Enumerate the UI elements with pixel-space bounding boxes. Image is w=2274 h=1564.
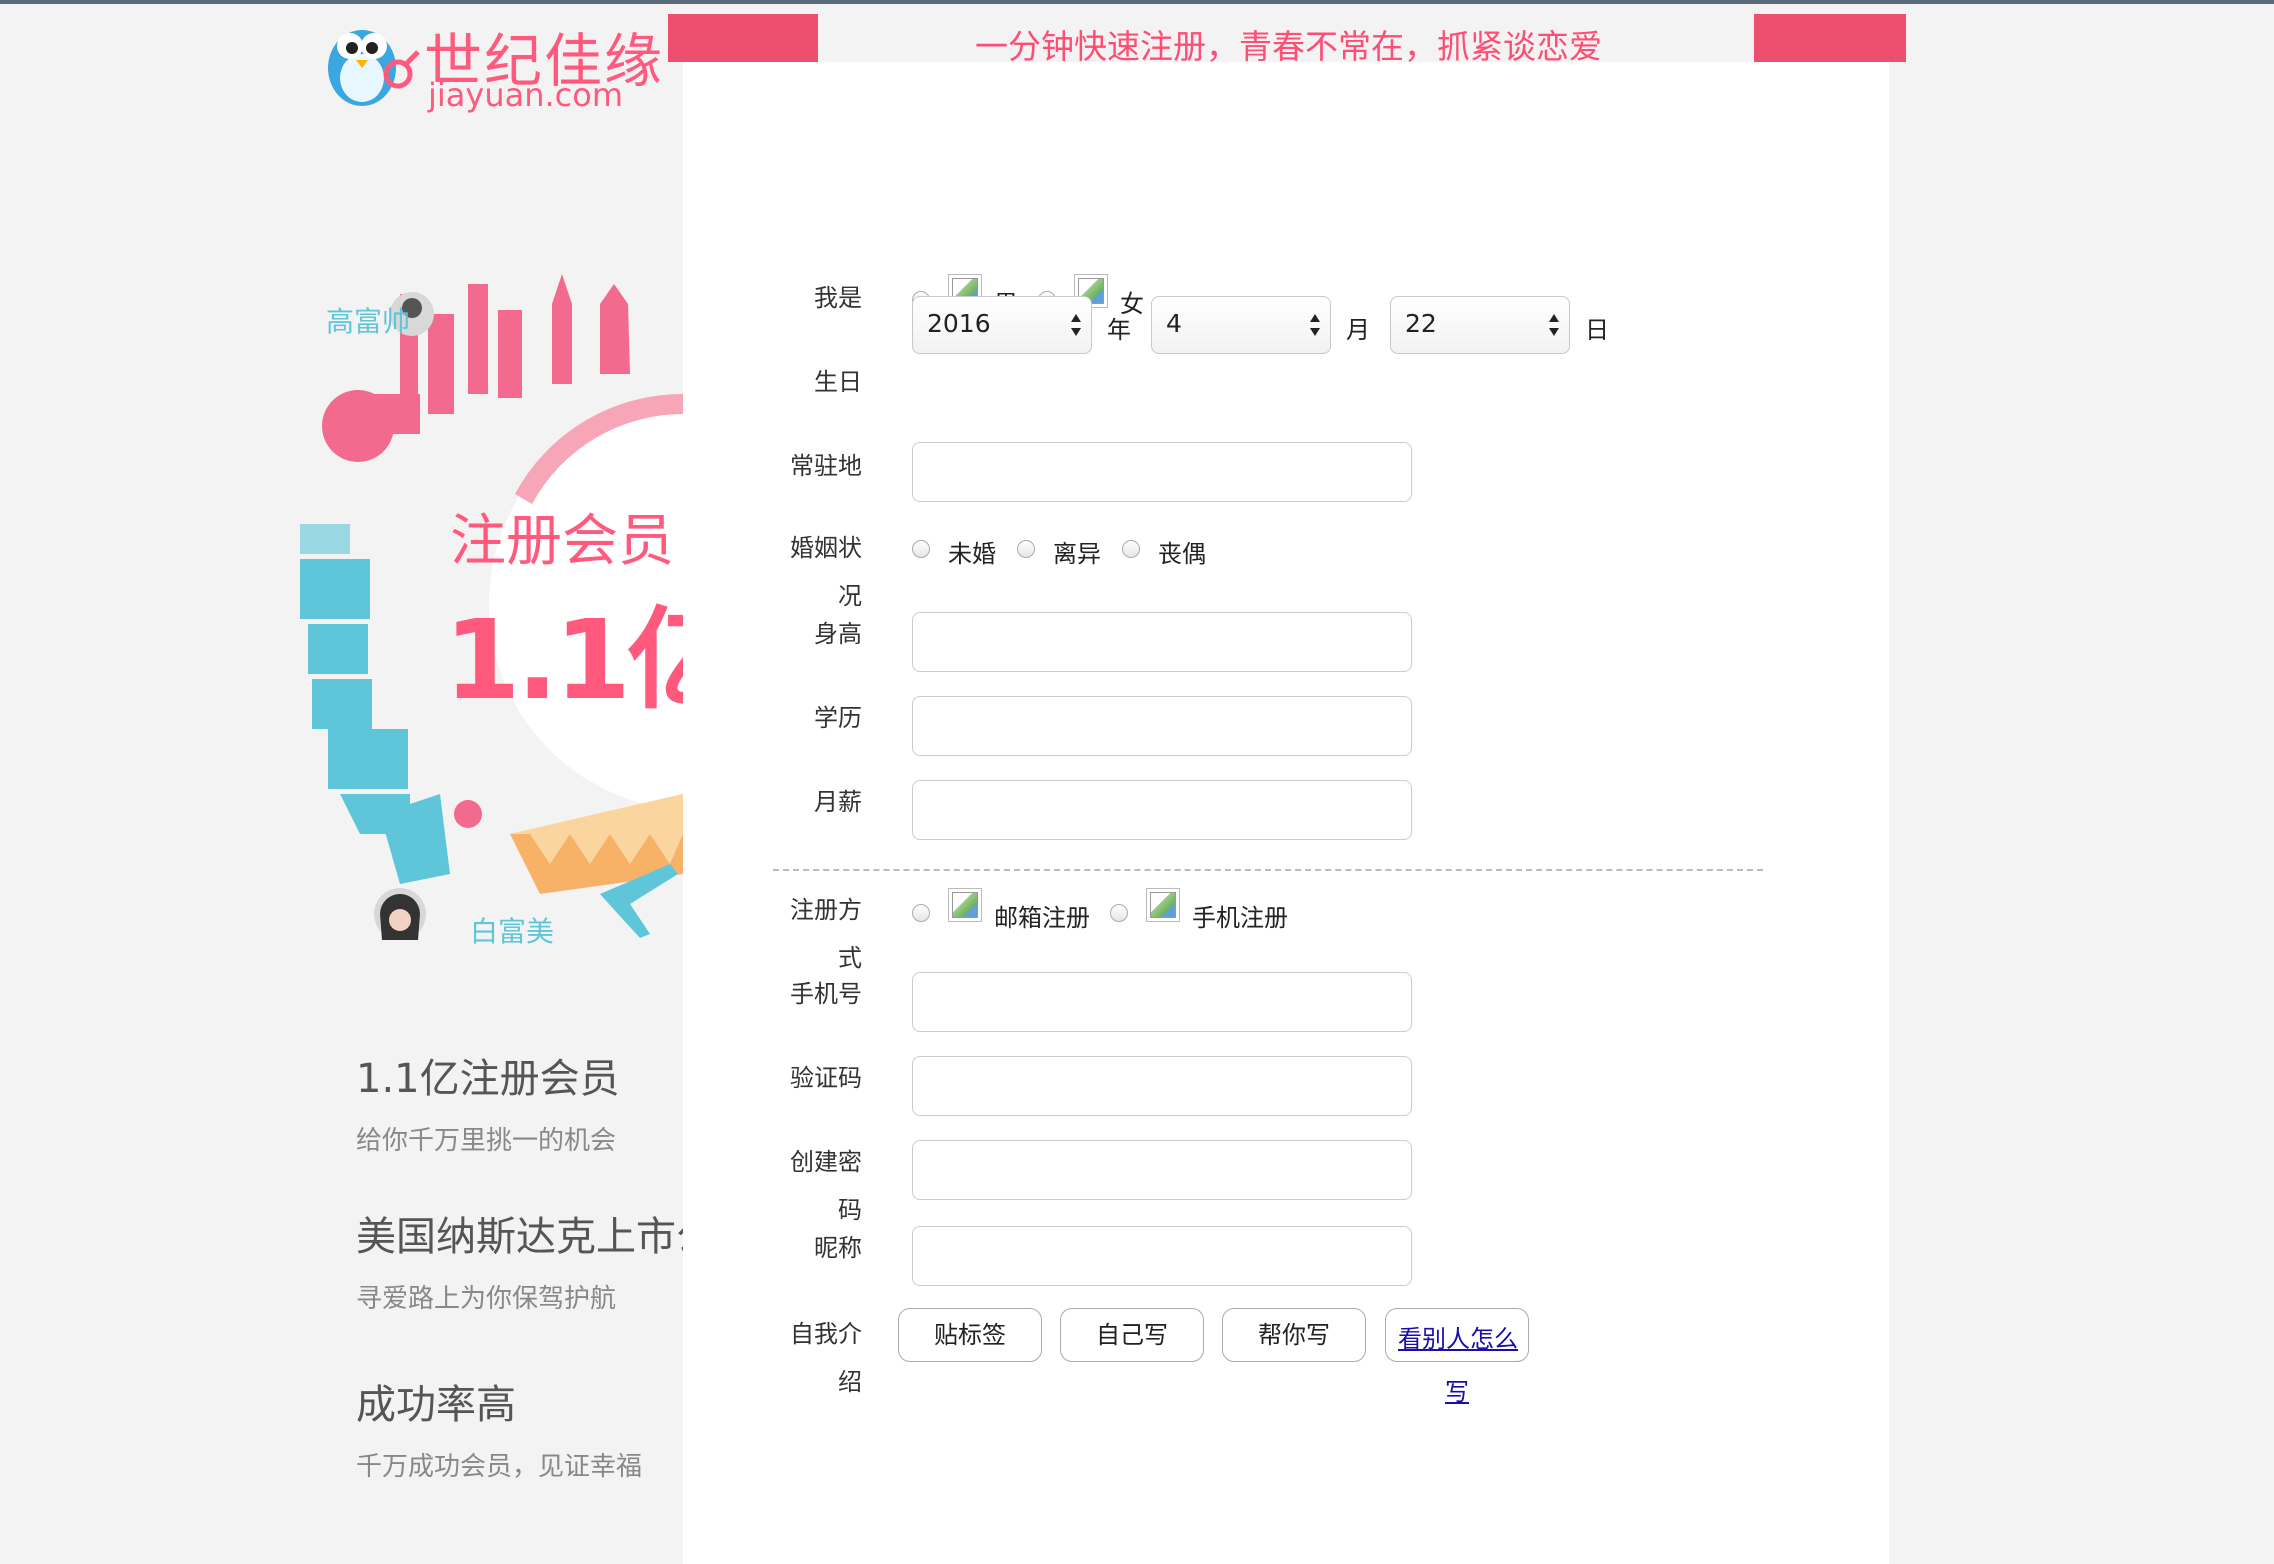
select-up-arrow-icon <box>1310 314 1320 322</box>
code-label: 验证码 <box>790 1064 862 1092</box>
birth-year-select[interactable]: 2016 <box>912 296 1092 354</box>
feature-success: 成功率高 千万成功会员，见证幸福 <box>356 1372 642 1483</box>
phone-image-placeholder-icon <box>1146 888 1180 922</box>
intro-label: 自我介 <box>790 1320 862 1348</box>
select-down-arrow-icon <box>1310 328 1320 336</box>
slogan: 一分钟快速注册，青春不常在，抓紧谈恋爱 <box>975 27 1602 66</box>
education-label: 学历 <box>814 704 862 732</box>
see-others-link[interactable]: 看别人怎么 <box>1398 1319 1518 1354</box>
marital-widowed-radio[interactable] <box>1122 540 1140 558</box>
salary-label: 月薪 <box>814 788 862 816</box>
marital-single-label: 未婚 <box>948 540 996 568</box>
mascot-icon <box>328 30 420 106</box>
salary-field[interactable] <box>912 780 1412 840</box>
phone-label: 手机号 <box>790 980 862 1008</box>
marital-divorced-radio[interactable] <box>1017 540 1035 558</box>
education-field[interactable] <box>912 696 1412 756</box>
tag-rich-beauty: 白富美 <box>470 915 555 948</box>
see-others-button[interactable]: 看别人怎么 <box>1385 1308 1529 1362</box>
residence-label: 常驻地 <box>790 452 862 480</box>
select-up-arrow-icon <box>1549 314 1559 322</box>
birth-day-value: 22 <box>1405 309 1437 338</box>
write-myself-button[interactable]: 自己写 <box>1060 1308 1204 1362</box>
birthday-label: 生日 <box>814 368 862 396</box>
logo-text-en: jiayuan.com <box>428 76 624 114</box>
birth-month-value: 4 <box>1166 309 1182 338</box>
feature-title: 成功率高 <box>356 1382 516 1428</box>
residence-field[interactable] <box>912 442 1412 502</box>
ribbon-left <box>668 14 818 62</box>
email-image-placeholder-icon <box>948 888 982 922</box>
select-down-arrow-icon <box>1071 328 1081 336</box>
marital-label: 婚姻状 <box>790 534 862 562</box>
intro-label-cont: 绍 <box>838 1368 862 1396</box>
hero-illustration: 高富帅 注册会员 1.1亿 白富美 <box>300 274 737 994</box>
gender-label: 我是 <box>814 284 862 312</box>
feature-members: 1.1亿注册会员 给你千万里挑一的机会 <box>356 1046 620 1157</box>
help-write-button[interactable]: 帮你写 <box>1222 1308 1366 1362</box>
nickname-field[interactable] <box>912 1226 1412 1286</box>
feature-subtitle: 千万成功会员，见证幸福 <box>356 1452 643 1482</box>
section-divider <box>773 869 1763 871</box>
month-unit: 月 <box>1346 316 1370 344</box>
birth-day-select[interactable]: 22 <box>1390 296 1570 354</box>
reg-method-label: 注册方 <box>790 896 862 924</box>
jiayuan-logo[interactable]: 世纪佳缘 jiayuan.com <box>316 12 662 114</box>
tag-rich-handsome: 高富帅 <box>326 305 411 338</box>
select-up-arrow-icon <box>1071 314 1081 322</box>
reg-phone-radio[interactable] <box>1110 904 1128 922</box>
reg-email-label: 邮箱注册 <box>994 904 1090 932</box>
marital-single-radio[interactable] <box>912 540 930 558</box>
year-unit: 年 <box>1107 316 1131 344</box>
birth-year-value: 2016 <box>927 309 991 338</box>
hero-title: 注册会员 <box>450 509 674 574</box>
reg-email-radio[interactable] <box>912 904 930 922</box>
nickname-label: 昵称 <box>814 1234 862 1262</box>
phone-field[interactable] <box>912 972 1412 1032</box>
verification-code-field[interactable] <box>912 1056 1412 1116</box>
marital-widowed-label: 丧偶 <box>1158 540 1206 568</box>
feature-subtitle: 给你千万里挑一的机会 <box>356 1126 617 1156</box>
password-label: 创建密 <box>790 1148 862 1176</box>
marital-divorced-label: 离异 <box>1053 540 1101 568</box>
feature-title: 1.1亿注册会员 <box>356 1056 620 1102</box>
select-down-arrow-icon <box>1549 328 1559 336</box>
ribbon-right <box>1754 14 1906 62</box>
birth-month-select[interactable]: 4 <box>1151 296 1331 354</box>
height-field[interactable] <box>912 612 1412 672</box>
height-label: 身高 <box>814 620 862 648</box>
see-others-link-cont[interactable]: 写 <box>1445 1372 1469 1407</box>
paste-tags-button[interactable]: 贴标签 <box>898 1308 1042 1362</box>
reg-phone-label: 手机注册 <box>1192 904 1288 932</box>
password-field[interactable] <box>912 1140 1412 1200</box>
left-promo-column: 世纪佳缘 jiayuan.com 高富帅 注册会员 1.1亿 白富美 1.1亿注… <box>0 4 756 1564</box>
day-unit: 日 <box>1585 316 1609 344</box>
